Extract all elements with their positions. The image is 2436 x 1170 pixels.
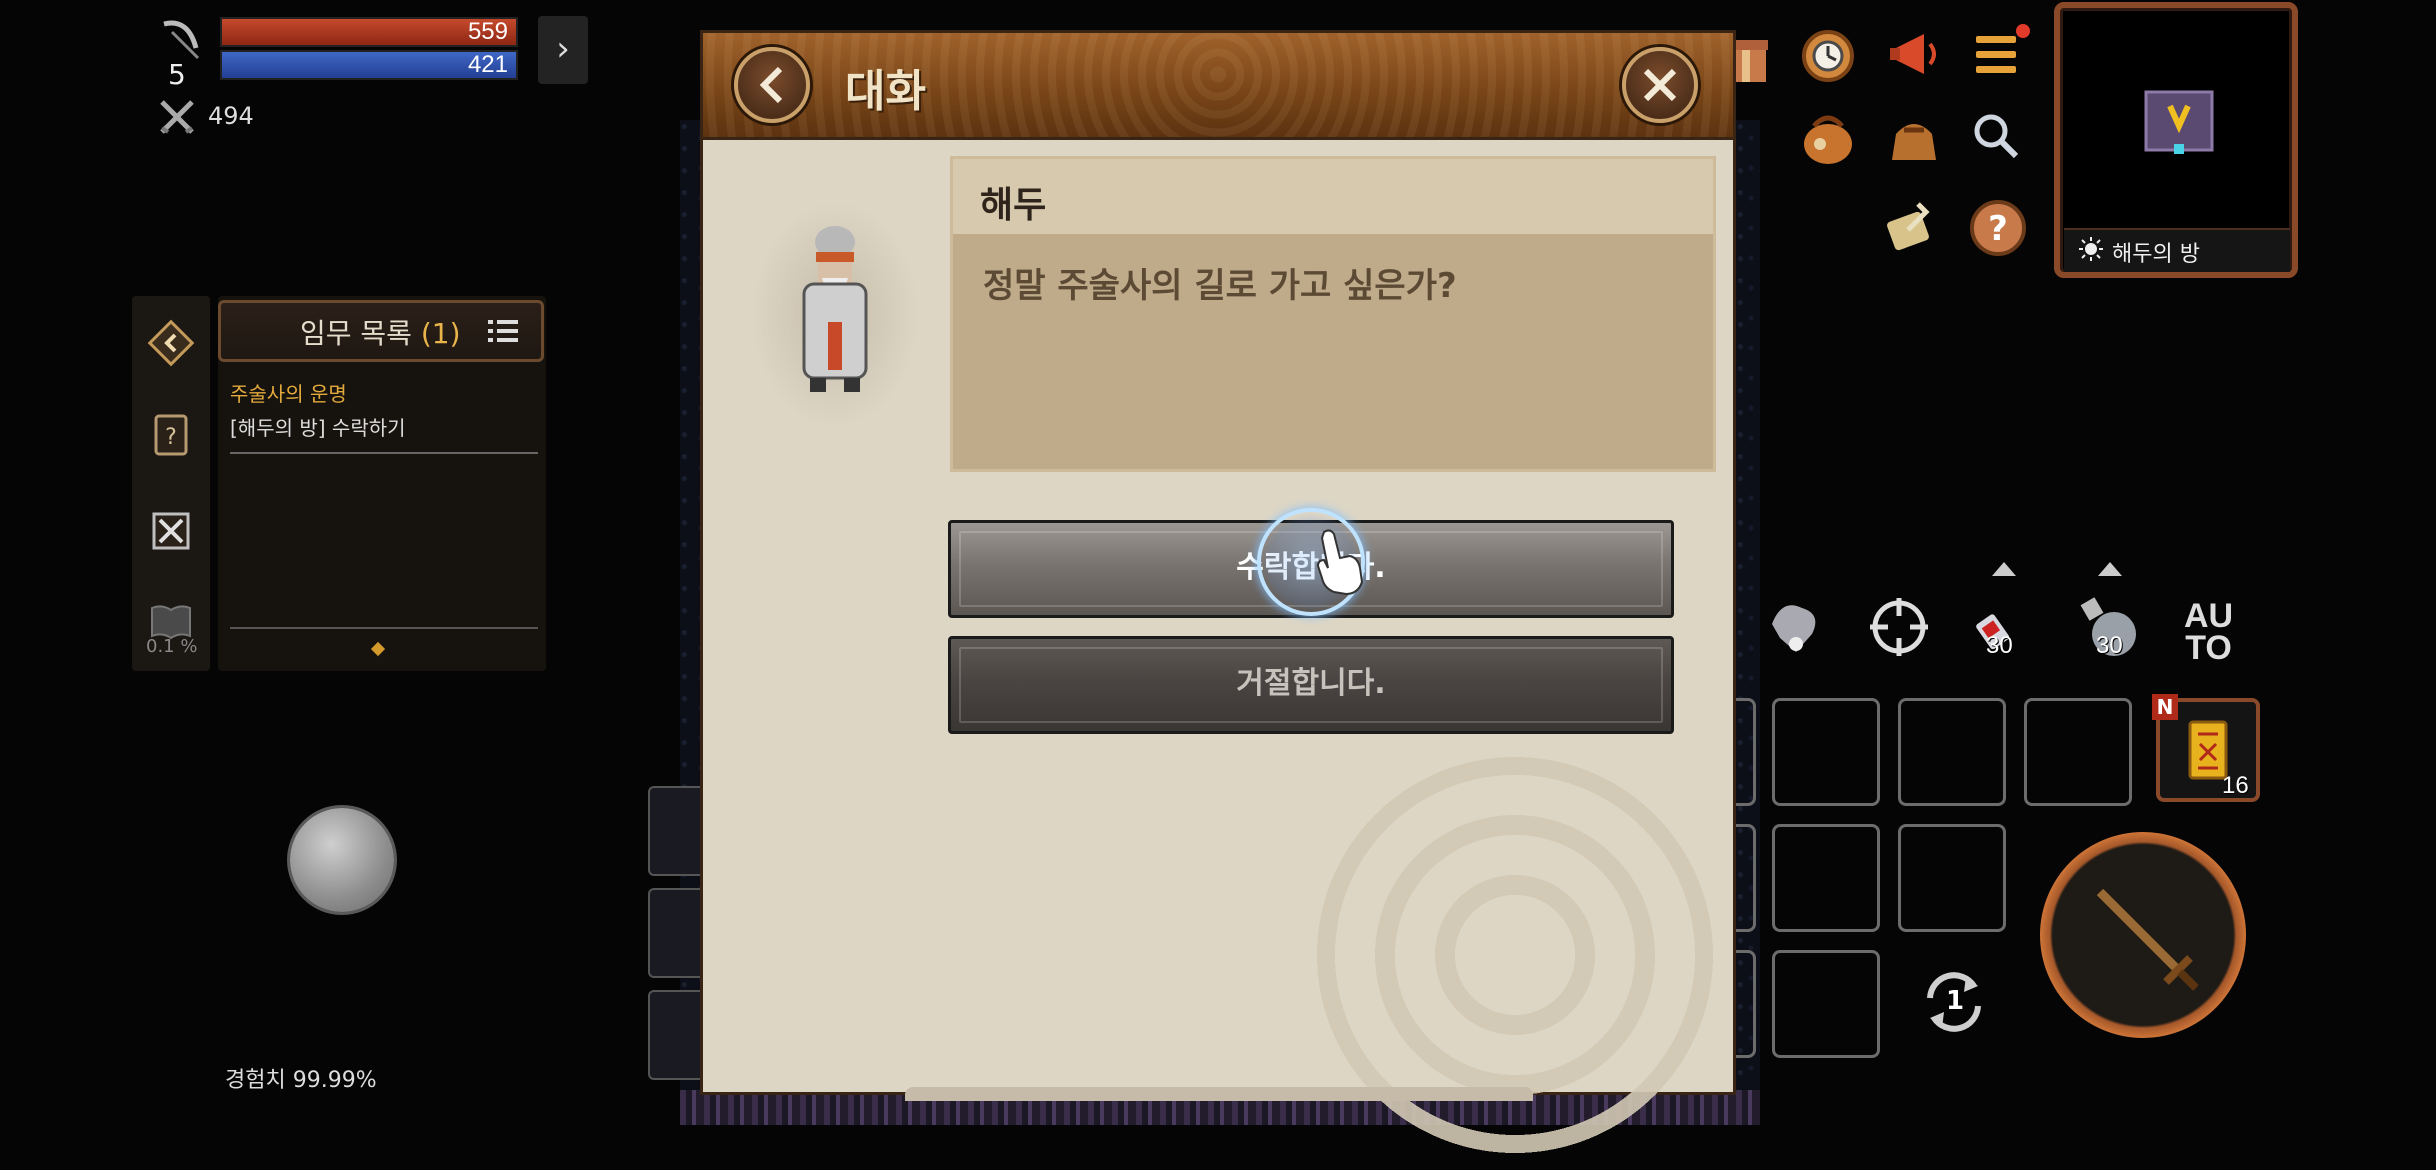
exp-label: 경험치 99.99%: [225, 1068, 377, 1093]
megaphone-icon[interactable]: [1886, 22, 1950, 86]
clock-reward-icon[interactable]: [1796, 22, 1860, 86]
quest-count: (1): [420, 317, 461, 350]
quest-title-text: 임무 목록: [300, 317, 412, 350]
attack-button[interactable]: [2040, 832, 2246, 1038]
skill-scroll-icon[interactable]: [1878, 196, 1942, 260]
close-button[interactable]: [1622, 47, 1698, 123]
search-icon[interactable]: [1970, 110, 2022, 162]
refuse-choice-button[interactable]: 거절합니다.: [948, 636, 1674, 734]
quick-slot[interactable]: [1898, 698, 2006, 806]
dialog-watermark: [1300, 740, 1730, 1170]
swap-count: 1: [1946, 986, 1965, 1016]
speaker-bar: [953, 159, 1713, 234]
talisman-qty: 16: [2222, 772, 2249, 799]
target-crosshair-icon[interactable]: [1864, 592, 1934, 662]
pouch-icon[interactable]: [1882, 106, 1946, 170]
quest-task[interactable]: [해두의 방] 수락하기: [230, 412, 406, 441]
hp-value: 559: [467, 18, 508, 45]
quick-slot[interactable]: [1772, 950, 1880, 1058]
sword-icon: [2096, 888, 2199, 991]
collapse-diamond-icon[interactable]: [146, 318, 196, 368]
auto-battle-toggle[interactable]: AU TO: [2184, 597, 2234, 667]
left-quick-slot[interactable]: [648, 786, 700, 876]
quick-slot[interactable]: [1772, 824, 1880, 932]
virtual-joystick[interactable]: [290, 808, 394, 912]
bomb-potion-qty: 30: [2096, 632, 2123, 659]
codex-progress: 0.1 %: [146, 636, 198, 657]
daytime-sun-icon: [2079, 237, 2103, 261]
dialog-text: 정말 주술사의 길로 가고 싶은가?: [983, 266, 1457, 306]
player-level: 5: [168, 58, 186, 91]
quick-slot[interactable]: [1736, 950, 1756, 1058]
minimap-room-icon: [2144, 90, 2214, 154]
quick-slot[interactable]: [1772, 698, 1880, 806]
scythe-icon: [163, 20, 200, 60]
red-potion-qty: 30: [1986, 632, 2013, 659]
new-badge: N: [2152, 694, 2178, 720]
npc-portrait: [802, 226, 868, 392]
quick-slot[interactable]: [1898, 824, 2006, 932]
hp-bar: 559: [220, 17, 518, 47]
mp-value: 421: [467, 51, 508, 78]
shop-bag-icon[interactable]: [1796, 106, 1860, 170]
svg-text:?: ?: [1988, 209, 2008, 249]
status-expand-button[interactable]: ›: [538, 16, 588, 84]
minimap-location: 해두의 방: [2112, 242, 2200, 267]
auto-label-top: AU: [2184, 597, 2234, 635]
close-icon: [1643, 68, 1677, 102]
pet-icon[interactable]: [1762, 594, 1830, 662]
dialog-scroll-handle[interactable]: [905, 1087, 1533, 1101]
svg-text:?: ?: [165, 425, 177, 450]
back-button[interactable]: [734, 47, 810, 123]
list-menu-icon[interactable]: [488, 318, 518, 344]
left-quick-slot[interactable]: [648, 990, 700, 1080]
pointing-hand-icon: [1316, 529, 1364, 596]
slot-up-arrow[interactable]: [2098, 562, 2122, 576]
divider: [230, 452, 538, 454]
crossed-swords-icon: [160, 100, 194, 134]
speaker-name: 해두: [980, 185, 1047, 226]
mp-bar: 421: [220, 50, 518, 80]
quick-slot[interactable]: [1736, 698, 1756, 806]
chevron-left-icon: [759, 66, 783, 104]
quest-sidebar: ? 0.1 %: [132, 296, 210, 671]
left-quick-slot[interactable]: [648, 888, 700, 978]
quick-slot[interactable]: [1736, 824, 1756, 932]
auto-label-bottom: TO: [2185, 629, 2232, 667]
combat-power: 494: [208, 102, 254, 130]
quest-name[interactable]: 주술사의 운명: [230, 378, 347, 407]
notification-dot: [2016, 24, 2030, 38]
quest-panel-title: 임무 목록 (1): [300, 312, 461, 352]
dialog-title: 대화: [845, 66, 926, 117]
quest-scroll-icon[interactable]: ?: [146, 410, 196, 460]
slot-up-arrow[interactable]: [1992, 562, 2016, 576]
question-icon[interactable]: ?: [1966, 196, 2030, 260]
battle-map-icon[interactable]: [146, 506, 196, 556]
divider: [230, 627, 538, 629]
quick-slot[interactable]: [2024, 698, 2132, 806]
